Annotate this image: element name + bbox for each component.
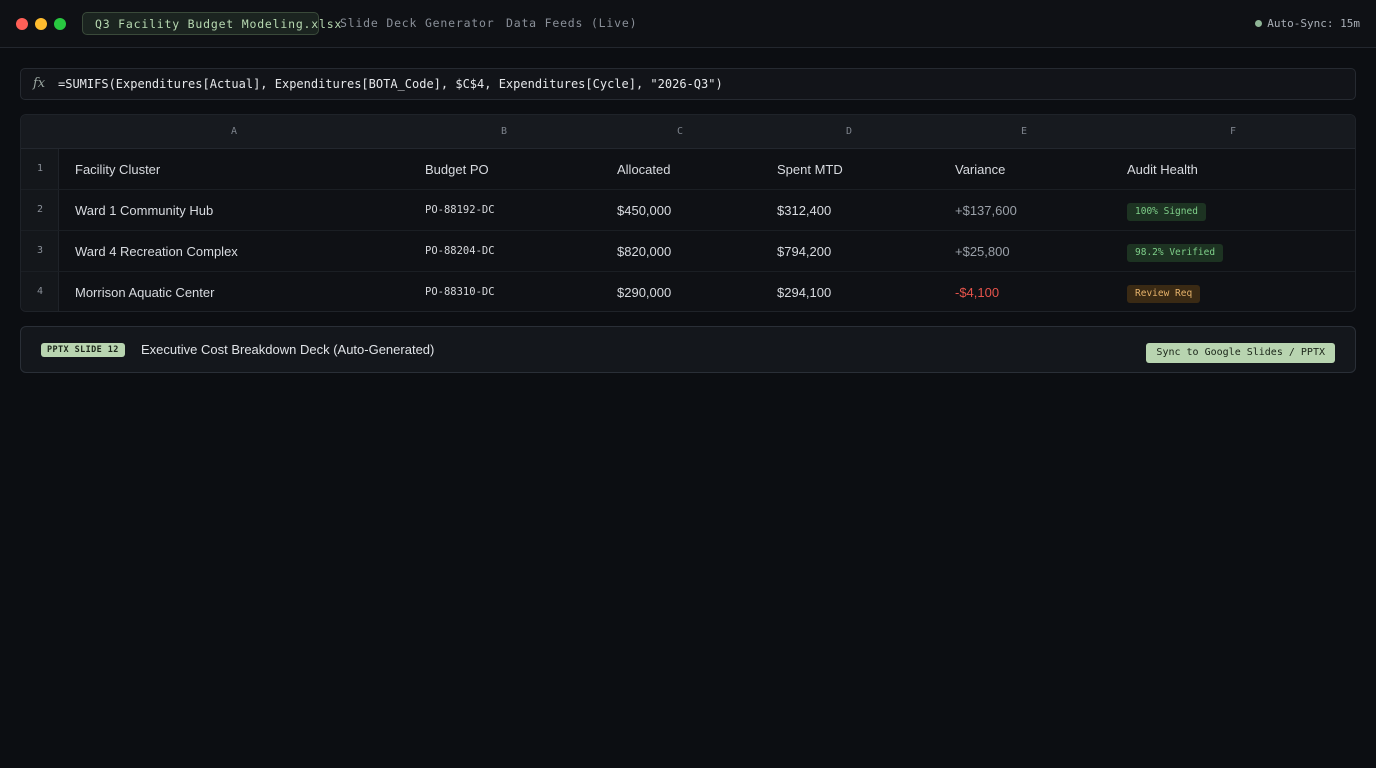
maximize-window-button[interactable] — [54, 18, 66, 30]
table-row: 2 Ward 1 Community Hub PO-88192-DC $450,… — [21, 190, 1355, 231]
row-number[interactable]: 3 — [21, 231, 59, 272]
column-header-f[interactable]: F — [1230, 115, 1236, 149]
slide-export-panel: PPTX SLIDE 12 Executive Cost Breakdown D… — [20, 326, 1356, 373]
tab-data-feeds[interactable]: Data Feeds (Live) — [494, 12, 649, 35]
cell-variance[interactable]: +$137,600 — [955, 190, 1017, 231]
cell-allocated[interactable]: $820,000 — [617, 231, 671, 272]
column-header-row: A B C D E F — [21, 115, 1355, 149]
column-header-b[interactable]: B — [501, 115, 507, 149]
header-audit-health[interactable]: Audit Health — [1127, 149, 1198, 190]
tab-slide-deck-generator[interactable]: Slide Deck Generator — [328, 12, 506, 35]
cell-spent[interactable]: $294,100 — [777, 272, 831, 311]
row-number[interactable]: 1 — [21, 149, 59, 190]
close-window-button[interactable] — [16, 18, 28, 30]
audit-status-badge[interactable]: 98.2% Verified — [1127, 244, 1224, 262]
header-spent-mtd[interactable]: Spent MTD — [777, 149, 843, 190]
slide-tag-badge: PPTX SLIDE 12 — [41, 343, 125, 357]
cell-allocated[interactable]: $290,000 — [617, 272, 671, 311]
cell-po[interactable]: PO-88310-DC — [425, 272, 495, 311]
column-header-a[interactable]: A — [231, 115, 237, 149]
table-row: 3 Ward 4 Recreation Complex PO-88204-DC … — [21, 231, 1355, 272]
cell-variance[interactable]: +$25,800 — [955, 231, 1010, 272]
sync-slides-button[interactable]: Sync to Google Slides / PPTX — [1146, 343, 1335, 363]
column-header-e[interactable]: E — [1021, 115, 1027, 149]
cell-facility[interactable]: Morrison Aquatic Center — [75, 272, 214, 311]
cell-po[interactable]: PO-88192-DC — [425, 190, 495, 231]
slide-deck-title: Executive Cost Breakdown Deck (Auto-Gene… — [141, 342, 435, 357]
cell-spent[interactable]: $312,400 — [777, 190, 831, 231]
minimize-window-button[interactable] — [35, 18, 47, 30]
header-facility-cluster[interactable]: Facility Cluster — [75, 149, 160, 190]
row-number[interactable]: 4 — [21, 272, 59, 311]
spreadsheet-grid: A B C D E F 1 Facility Cluster Budget PO… — [20, 114, 1356, 312]
autosync-label: Auto-Sync: 15m — [1267, 17, 1360, 30]
cell-po[interactable]: PO-88204-DC — [425, 231, 495, 272]
tab-budget-modeling[interactable]: Q3 Facility Budget Modeling.xlsx — [82, 12, 341, 35]
title-bar: Q3 Facility Budget Modeling.xlsx Slide D… — [0, 0, 1376, 48]
cell-facility[interactable]: Ward 1 Community Hub — [75, 190, 213, 231]
formula-input[interactable]: =SUMIFS(Expenditures[Actual], Expenditur… — [58, 69, 723, 99]
header-variance[interactable]: Variance — [955, 149, 1005, 190]
cell-allocated[interactable]: $450,000 — [617, 190, 671, 231]
column-header-c[interactable]: C — [677, 115, 683, 149]
cell-variance[interactable]: -$4,100 — [955, 272, 999, 311]
row-number[interactable]: 2 — [21, 190, 59, 231]
cell-spent[interactable]: $794,200 — [777, 231, 831, 272]
table-row: 4 Morrison Aquatic Center PO-88310-DC $2… — [21, 272, 1355, 311]
status-dot-icon — [1255, 20, 1263, 27]
header-allocated[interactable]: Allocated — [617, 149, 670, 190]
function-icon: fx — [33, 76, 46, 91]
cell-facility[interactable]: Ward 4 Recreation Complex — [75, 231, 238, 272]
header-budget-po[interactable]: Budget PO — [425, 149, 489, 190]
table-header-row: 1 Facility Cluster Budget PO Allocated S… — [21, 149, 1355, 190]
audit-status-badge[interactable]: Review Req — [1127, 285, 1201, 303]
column-header-d[interactable]: D — [846, 115, 852, 149]
formula-bar: fx =SUMIFS(Expenditures[Actual], Expendi… — [20, 68, 1356, 100]
autosync-status: Auto-Sync: 15m — [1255, 16, 1360, 32]
audit-status-badge[interactable]: 100% Signed — [1127, 203, 1206, 221]
